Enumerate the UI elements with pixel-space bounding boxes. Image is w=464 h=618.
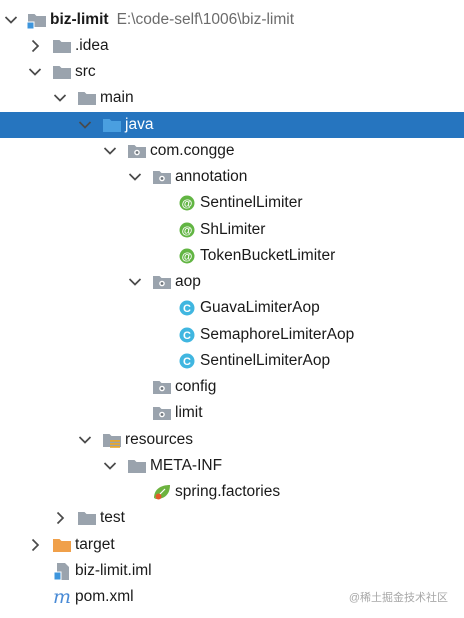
tree-node-java[interactable]: java	[0, 112, 464, 138]
source-folder-icon	[101, 112, 123, 138]
tree-node-label: SentinelLimiterAop	[200, 352, 331, 369]
annotation-icon	[176, 217, 198, 243]
tree-node-aop[interactable]: aop	[0, 269, 464, 295]
tree-node-label: META-INF	[150, 457, 223, 474]
tree-node-spring-factories[interactable]: spring.factories	[0, 479, 464, 505]
tree-node-resources[interactable]: resources	[0, 427, 464, 453]
class-icon	[176, 322, 198, 348]
chevron-down-icon[interactable]	[51, 85, 69, 111]
tree-node-label: limit	[175, 404, 203, 421]
folder-icon	[76, 85, 98, 111]
package-icon	[151, 164, 173, 190]
chevron-down-icon[interactable]	[101, 453, 119, 479]
tree-node-label: TokenBucketLimiter	[200, 247, 336, 264]
tree-node-token-bucket-limiter[interactable]: TokenBucketLimiter	[0, 243, 464, 269]
tree-node-src[interactable]: src	[0, 59, 464, 85]
spring-icon	[151, 479, 173, 505]
tree-node-label: main	[100, 89, 134, 106]
chevron-right-icon[interactable]	[26, 33, 44, 59]
module-folder-icon	[26, 7, 48, 33]
tree-node-label: src	[75, 63, 96, 80]
folder-icon	[126, 453, 148, 479]
chevron-down-icon[interactable]	[101, 138, 119, 164]
folder-icon	[51, 33, 73, 59]
class-icon	[176, 348, 198, 374]
iml-file-icon	[51, 558, 73, 584]
tree-node-label: aop	[175, 273, 201, 290]
excluded-folder-icon	[51, 532, 73, 558]
tree-node-label: ShLimiter	[200, 221, 266, 238]
tree-node-com-congge[interactable]: com.congge	[0, 138, 464, 164]
project-tree: biz-limit E:\code-self\1006\biz-limit .id…	[0, 0, 464, 618]
tree-node-main[interactable]: main	[0, 85, 464, 111]
tree-node-label: test	[100, 509, 125, 526]
tree-node-test[interactable]: test	[0, 505, 464, 531]
tree-node-label: .idea	[75, 37, 109, 54]
package-icon	[151, 374, 173, 400]
tree-node-label: SentinelLimiter	[200, 194, 303, 211]
chevron-down-icon[interactable]	[126, 164, 144, 190]
annotation-icon	[176, 243, 198, 269]
tree-node-limit[interactable]: limit	[0, 400, 464, 426]
chevron-down-icon[interactable]	[2, 7, 20, 33]
tree-node-target[interactable]: target	[0, 532, 464, 558]
tree-node-label: com.congge	[150, 142, 235, 159]
tree-node-label: biz-limit.iml	[75, 562, 152, 579]
annotation-icon	[176, 190, 198, 216]
module-name: biz-limit	[50, 11, 109, 28]
tree-node-sh-limiter[interactable]: ShLimiter	[0, 217, 464, 243]
watermark: @稀土掘金技术社区	[348, 592, 448, 604]
maven-icon	[51, 584, 73, 610]
tree-node-label: biz-limit E:\code-self\1006\biz-limit	[50, 7, 294, 33]
package-icon	[126, 138, 148, 164]
folder-icon	[76, 505, 98, 531]
tree-node-config[interactable]: config	[0, 374, 464, 400]
tree-node-biz-limit[interactable]: biz-limit E:\code-self\1006\biz-limit	[0, 7, 464, 33]
tree-node-sentinel-limiter[interactable]: SentinelLimiter	[0, 190, 464, 216]
chevron-down-icon[interactable]	[76, 112, 94, 138]
tree-node-label: GuavaLimiterAop	[200, 299, 320, 316]
tree-node-label: annotation	[175, 168, 248, 185]
chevron-right-icon[interactable]	[26, 532, 44, 558]
package-icon	[151, 400, 173, 426]
resources-folder-icon	[101, 427, 123, 453]
chevron-right-icon[interactable]	[51, 505, 69, 531]
tree-node-iml[interactable]: biz-limit.iml	[0, 558, 464, 584]
tree-node-meta-inf[interactable]: META-INF	[0, 453, 464, 479]
package-icon	[151, 269, 173, 295]
class-icon	[176, 295, 198, 321]
tree-node-label: pom.xml	[75, 588, 134, 605]
tree-node-label: java	[125, 116, 154, 133]
tree-node-sentinel-limiter-aop[interactable]: SentinelLimiterAop	[0, 348, 464, 374]
tree-node-guava-limiter-aop[interactable]: GuavaLimiterAop	[0, 295, 464, 321]
tree-node-idea[interactable]: .idea	[0, 33, 464, 59]
tree-node-semaphore-limiter-aop[interactable]: SemaphoreLimiterAop	[0, 322, 464, 348]
tree-node-label: target	[75, 536, 115, 553]
tree-node-label: resources	[125, 431, 194, 448]
tree-node-annotation[interactable]: annotation	[0, 164, 464, 190]
chevron-down-icon[interactable]	[76, 427, 94, 453]
tree-node-label: config	[175, 378, 217, 395]
chevron-down-icon[interactable]	[26, 59, 44, 85]
tree-node-label: SemaphoreLimiterAop	[200, 326, 355, 343]
module-path: E:\code-self\1006\biz-limit	[116, 11, 295, 28]
folder-icon	[51, 59, 73, 85]
chevron-down-icon[interactable]	[126, 269, 144, 295]
tree-node-label: spring.factories	[175, 483, 281, 500]
